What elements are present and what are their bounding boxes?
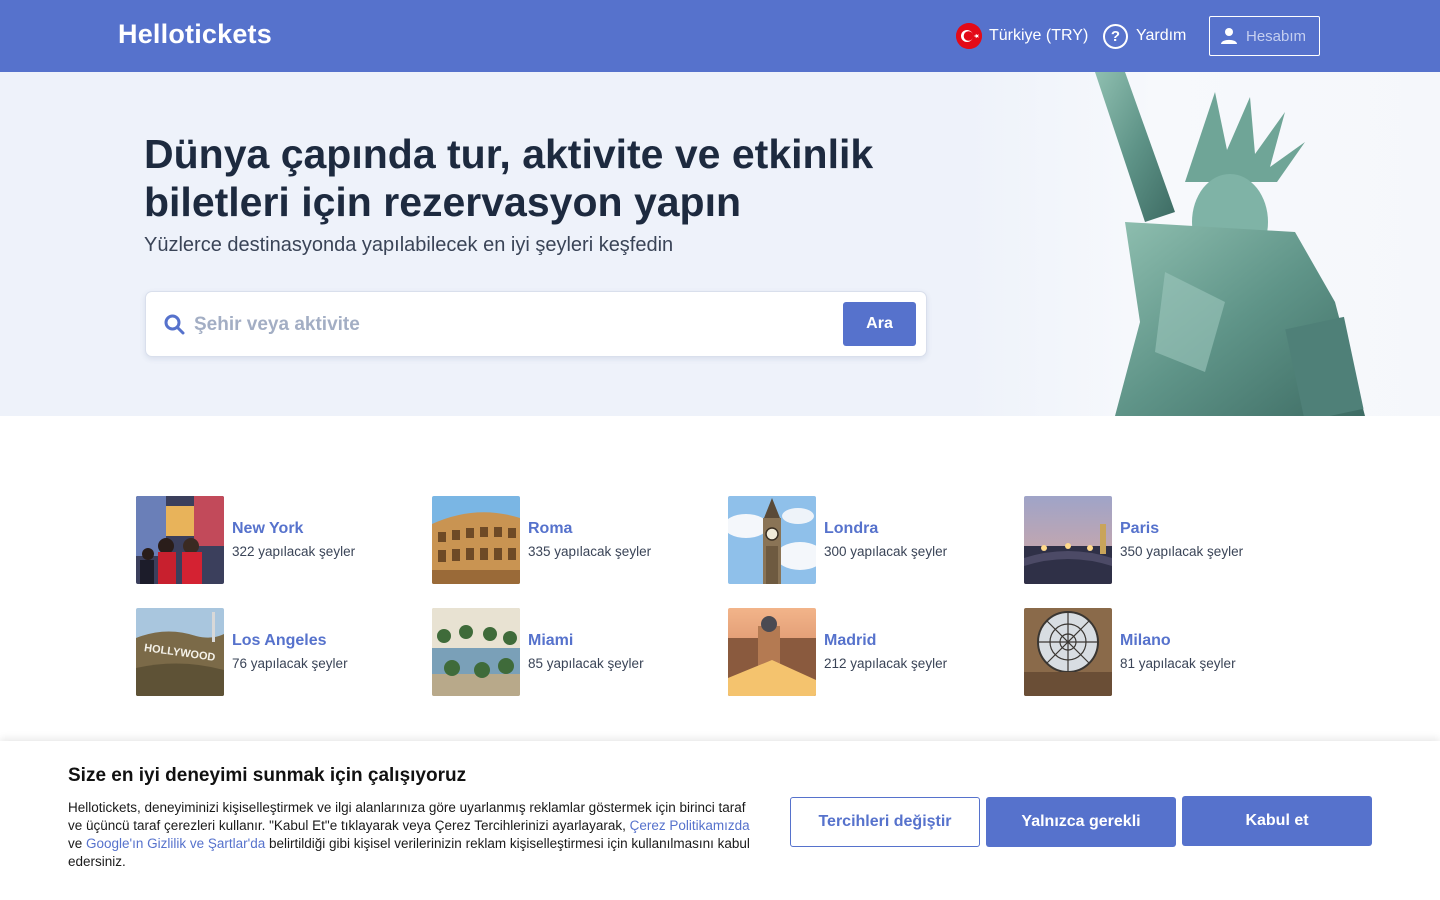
question-circle-icon: ?	[1103, 23, 1128, 49]
new-york-thumbnail	[136, 496, 224, 584]
locale-selector[interactable]: Türkiye (TRY)	[956, 23, 1088, 49]
cookie-text: Hellotickets, deneyiminizi kişiselleştir…	[68, 799, 758, 871]
search-button[interactable]: Ara	[843, 302, 916, 346]
madrid-thumbnail	[728, 608, 816, 696]
destination-count: 322 yapılacak şeyler	[232, 544, 356, 559]
cookie-policy-link[interactable]: Çerez Politikamızda	[630, 818, 750, 833]
cookie-text-part2: ve	[68, 836, 87, 851]
destination-count: 212 yapılacak şeyler	[824, 656, 948, 671]
londra-thumbnail	[728, 496, 816, 584]
account-button[interactable]: Hesabım	[1209, 16, 1320, 56]
destination-count: 335 yapılacak şeyler	[528, 544, 652, 559]
los-angeles-thumbnail: HOLLYWOOD	[136, 608, 224, 696]
logo[interactable]: Hellotickets	[118, 19, 272, 50]
only-necessary-button[interactable]: Yalnızca gerekli	[986, 797, 1176, 847]
paris-thumbnail	[1024, 496, 1112, 584]
destination-madrid[interactable]: Madrid 212 yapılacak şeyler	[728, 608, 998, 696]
destination-paris[interactable]: Paris 350 yapılacak şeyler	[1024, 496, 1294, 584]
destination-count: 300 yapılacak şeyler	[824, 544, 948, 559]
cookie-title: Size en iyi deneyimi sunmak için çalışıy…	[68, 765, 467, 786]
destination-name: Milano	[1120, 632, 1171, 649]
destination-londra[interactable]: Londra 300 yapılacak şeyler	[728, 496, 998, 584]
search-input[interactable]	[194, 308, 814, 342]
destination-roma[interactable]: Roma 335 yapılacak şeyler	[432, 496, 702, 584]
destination-name: Londra	[824, 520, 879, 537]
destination-count: 76 yapılacak şeyler	[232, 656, 348, 671]
milano-thumbnail	[1024, 608, 1112, 696]
destination-name: Roma	[528, 520, 573, 537]
destination-new-york[interactable]: New York 322 yapılacak şeyler	[136, 496, 406, 584]
change-preferences-button[interactable]: Tercihleri değiştir	[790, 797, 980, 847]
google-privacy-link[interactable]: Google'ın Gizlilik ve Şartlar'da	[86, 836, 265, 851]
hero-section: Dünya çapında tur, aktivite ve etkinlik …	[0, 72, 1440, 416]
destination-count: 85 yapılacak şeyler	[528, 656, 644, 671]
destination-los-angeles[interactable]: HOLLYWOOD Los Angeles 76 yapılacak şeyle…	[136, 608, 406, 696]
destination-name: New York	[232, 520, 304, 537]
miami-thumbnail	[432, 608, 520, 696]
help-label: Yardım	[1136, 27, 1187, 44]
statue-of-liberty-image	[965, 72, 1440, 416]
search-icon	[164, 314, 185, 335]
search-box: Ara	[145, 291, 927, 357]
locale-label: Türkiye (TRY)	[989, 27, 1089, 44]
destination-name: Paris	[1120, 520, 1160, 537]
user-icon	[1221, 28, 1237, 44]
destination-milano[interactable]: Milano 81 yapılacak şeyler	[1024, 608, 1294, 696]
destination-count: 81 yapılacak şeyler	[1120, 656, 1236, 671]
destination-count: 350 yapılacak şeyler	[1120, 544, 1244, 559]
account-label: Hesabım	[1246, 27, 1307, 45]
destination-miami[interactable]: Miami 85 yapılacak şeyler	[432, 608, 702, 696]
roma-thumbnail	[432, 496, 520, 584]
destination-name: Madrid	[824, 632, 877, 649]
cookie-consent-banner: Size en iyi deneyimi sunmak için çalışıy…	[0, 741, 1440, 900]
hero-title: Dünya çapında tur, aktivite ve etkinlik …	[144, 131, 874, 225]
help-link[interactable]: ? Yardım	[1103, 23, 1186, 49]
hero-subtitle: Yüzlerce destinasyonda yapılabilecek en …	[144, 234, 674, 256]
accept-cookies-button[interactable]: Kabul et	[1182, 796, 1372, 846]
destination-name: Miami	[528, 632, 574, 649]
destination-name: Los Angeles	[232, 632, 327, 649]
top-navigation-bar: Hellotickets Türkiye (TRY) ? Yardım Hesa…	[0, 0, 1440, 72]
turkey-flag-icon	[956, 23, 982, 49]
